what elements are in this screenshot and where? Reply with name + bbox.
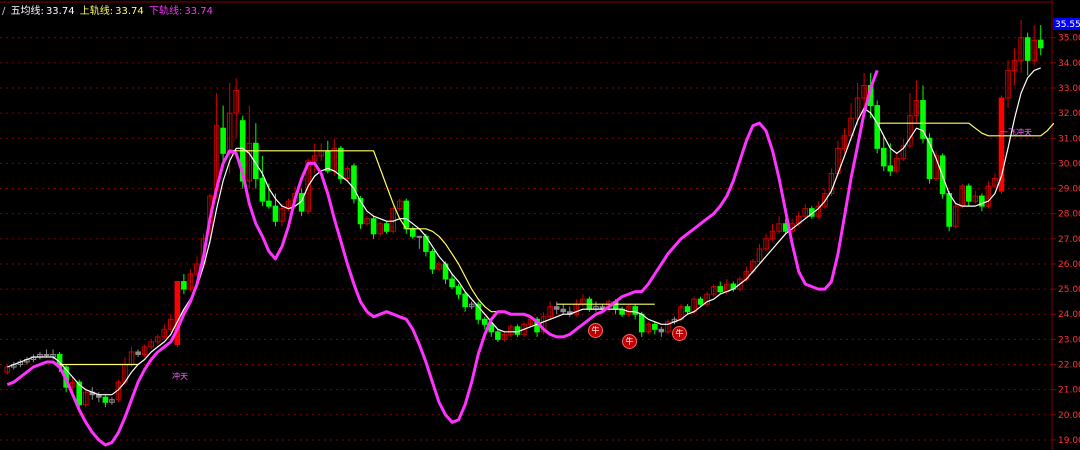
lower-band-legend-label: 下轨线: <box>148 6 183 17</box>
y-tick-label: 20.00 <box>1058 411 1080 421</box>
legend-prefix: / <box>2 6 6 17</box>
candle-body <box>416 235 423 238</box>
y-tick-label: 24.00 <box>1058 310 1080 320</box>
upper-band-legend-label: 上轨线: <box>79 6 114 17</box>
y-tick-label: 29.00 <box>1058 185 1080 195</box>
candle-body <box>638 313 645 333</box>
candle-body <box>946 193 952 227</box>
candle-body <box>560 308 567 313</box>
y-tick-label: 35.00 <box>1058 34 1080 44</box>
y-tick-label: 25.00 <box>1058 285 1080 295</box>
candle-body <box>102 396 109 403</box>
candle-body <box>370 218 377 235</box>
candle-body <box>455 286 462 295</box>
ma-legend-label: 五均线: <box>10 6 44 17</box>
yiqichongtian-label: 一飞冲天 <box>1000 128 1032 137</box>
candle-body <box>887 165 894 172</box>
candle-body <box>697 298 704 305</box>
ma-legend-value: 33.74 <box>45 6 75 17</box>
y-tick-label: 19.00 <box>1058 436 1080 446</box>
y-tick-label: 23.00 <box>1058 335 1080 345</box>
indicator-legend: / 五均线: 33.74 上轨线: 33.74 下轨线: 33.74 <box>2 2 215 17</box>
candle-body <box>1037 39 1044 49</box>
candle-body <box>449 278 455 288</box>
candle-body <box>658 328 665 333</box>
candle-body <box>717 286 724 293</box>
candle-body <box>266 200 272 207</box>
lower-band-line <box>6 69 879 447</box>
y-tick-label: 28.00 <box>1058 210 1080 220</box>
candle-body <box>880 147 887 167</box>
candle-body <box>403 200 410 230</box>
y-tick-label: 32.00 <box>1058 109 1080 119</box>
ma-line <box>7 67 1041 396</box>
candle-body <box>462 293 468 308</box>
candle-body <box>135 351 141 355</box>
candle-body <box>965 185 972 202</box>
y-tick-label: 33.00 <box>1058 84 1080 94</box>
candle-body <box>351 165 357 200</box>
candle-body <box>481 318 488 325</box>
y-tick-label: 26.00 <box>1058 260 1080 270</box>
candle-body <box>357 198 364 225</box>
y-tick-label: 30.00 <box>1058 159 1080 169</box>
price-tag: 35.55 <box>1055 20 1080 30</box>
candle-body <box>383 223 390 232</box>
candle-body <box>652 323 658 330</box>
candlestick-chart[interactable]: 19.00 20.00 21.00 22.00 23.00 24.00 25.00 26.00… <box>0 0 1080 450</box>
niu-badge-1[interactable]: 牛 <box>588 323 603 338</box>
chart-panel: 19.00 20.00 21.00 22.00 23.00 24.00 25.00 26.00… <box>0 0 1080 450</box>
candle-body <box>181 281 187 290</box>
candle-body <box>43 353 50 356</box>
candle-body <box>553 306 560 310</box>
y-tick-label: 27.00 <box>1058 235 1080 245</box>
candle-body <box>429 250 436 270</box>
candle-body <box>1024 37 1031 61</box>
y-tick-label: 22.00 <box>1058 361 1080 371</box>
candle-body <box>259 177 266 202</box>
candle-body <box>338 147 344 179</box>
niu-badge-2[interactable]: 牛 <box>622 334 637 349</box>
candle-body <box>495 331 501 340</box>
candle-body <box>272 205 279 222</box>
candle-body <box>220 127 226 154</box>
lower-band-legend-value: 33.74 <box>184 6 213 17</box>
niu-badge-3[interactable]: 牛 <box>672 326 687 341</box>
candle-body <box>410 228 416 237</box>
y-tick-label: 31.00 <box>1058 134 1080 144</box>
chongtian-label: 冲天 <box>172 372 188 381</box>
candle-body <box>684 306 691 313</box>
y-tick-label: 34.00 <box>1058 59 1080 69</box>
upper-band-legend-value: 33.74 <box>115 6 144 17</box>
y-tick-label: 21.00 <box>1058 386 1080 396</box>
candle-body <box>632 306 638 315</box>
